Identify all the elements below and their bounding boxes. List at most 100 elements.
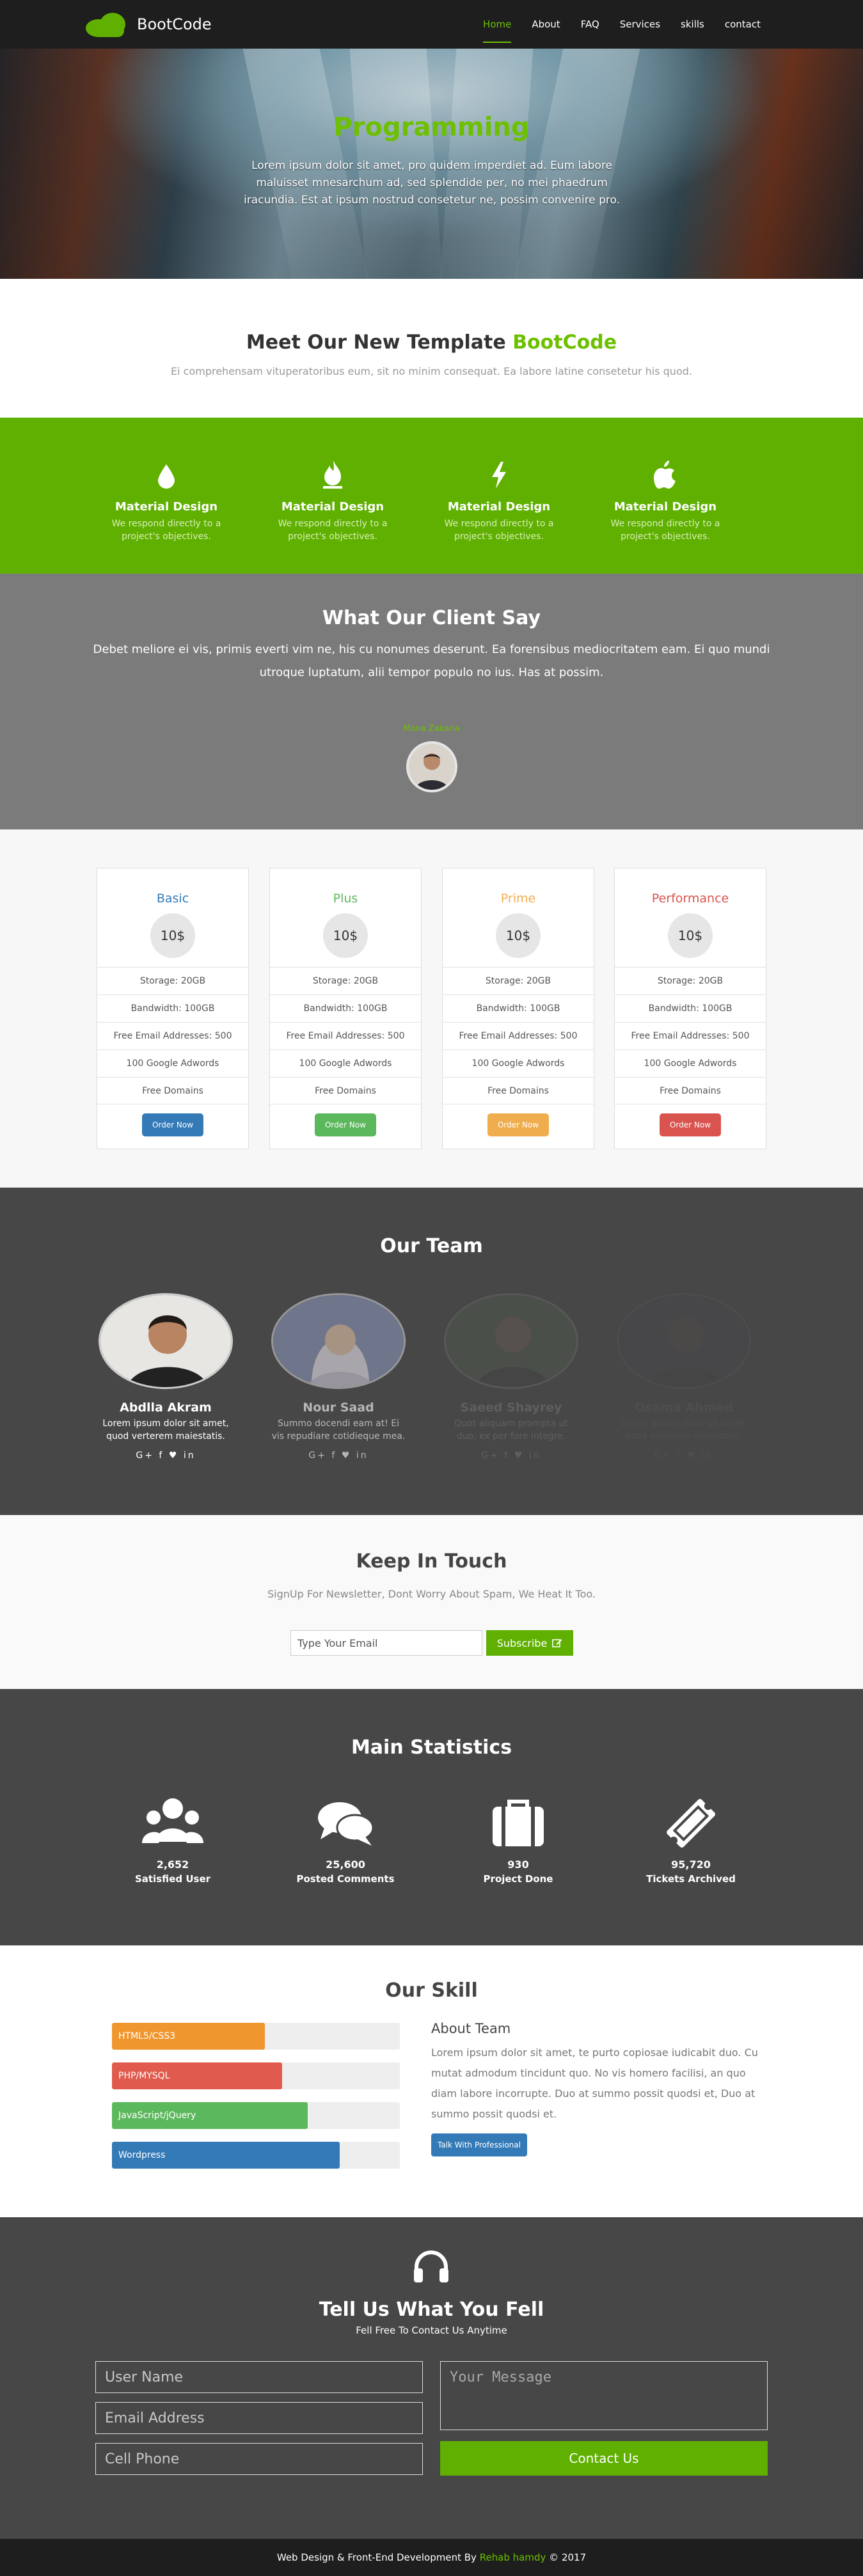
headphones-icon: [413, 2249, 450, 2285]
contact-section: Tell Us What You Fell Fell Free To Conta…: [0, 2217, 863, 2539]
stat-label: Posted Comments: [296, 1873, 395, 1885]
main-menu: Home About FAQ Services skills contact: [463, 0, 761, 49]
nav-item-faq[interactable]: FAQ: [581, 13, 599, 35]
about-team-title: About Team: [431, 2021, 511, 2036]
plan-feature: 100 Google Adwords: [270, 1049, 421, 1077]
member-social-links[interactable]: G+ f ♥ in: [438, 1450, 585, 1461]
phone-field[interactable]: [95, 2443, 423, 2475]
team-member: Nour Saad Summo docendi eam at! Ei vis r…: [265, 1293, 412, 1461]
plan-features: Storage: 20GB Bandwidth: 100GB Free Emai…: [270, 967, 421, 1104]
stat-value: 25,600: [326, 1858, 365, 1871]
plan-price: 10$: [150, 913, 195, 958]
team-member: Saeed Shayrey Quot aliquam prompta ut du…: [438, 1293, 585, 1461]
plan-features: Storage: 20GB Bandwidth: 100GB Free Emai…: [443, 967, 594, 1104]
member-photo: [444, 1293, 578, 1389]
plan-price: 10$: [496, 913, 541, 958]
feature-text: We respond directly to a project's objec…: [610, 519, 720, 542]
brand-name: BootCode: [137, 15, 212, 33]
member-name: Nour Saad: [303, 1401, 374, 1415]
username-field[interactable]: [95, 2361, 423, 2393]
skills-title: Our Skill: [385, 1979, 478, 2002]
brand-logo[interactable]: BootCode: [86, 12, 212, 37]
plan-name: Prime: [500, 891, 536, 906]
member-photo: [617, 1293, 751, 1389]
feature-card: Material Design We respond directly to a…: [256, 453, 409, 543]
stat-value: 2,652: [156, 1858, 189, 1871]
plan-name: Plus: [333, 891, 358, 906]
member-photo: [99, 1293, 233, 1389]
skills-section: Our Skill HTML5/CSS3 PHP/MYSQL JavaScrip…: [0, 1945, 863, 2217]
member-name: Saeed Shayrey: [460, 1401, 562, 1415]
nav-item-about[interactable]: About: [532, 13, 560, 35]
plan-feature: Storage: 20GB: [443, 967, 594, 994]
order-now-button[interactable]: Order Now: [141, 1113, 204, 1136]
feature-text: We respond directly to a project's objec…: [278, 519, 388, 542]
footer-copyright: © 2017: [549, 2552, 587, 2563]
footer: Web Design & Front-End Development By Re…: [0, 2539, 863, 2576]
contact-us-button[interactable]: Contact Us: [440, 2441, 768, 2476]
subscribe-button[interactable]: Subscribe: [486, 1630, 573, 1656]
order-now-button[interactable]: Order Now: [314, 1113, 377, 1136]
skill-bar: HTML5/CSS3: [112, 2023, 400, 2050]
apple-icon: [589, 453, 742, 489]
member-bio: Summo docendi eam at! Ei vis repudiare c…: [271, 1418, 406, 1441]
statistics-section: Main Statistics 2,652 Satisfied User 25,…: [0, 1689, 863, 1945]
testimonial-avatar: [406, 741, 457, 792]
intro-title-highlight: BootCode: [512, 331, 617, 354]
member-social-links[interactable]: G+ f ♥ in: [610, 1450, 757, 1461]
pricing-card-basic: Basic 10$ Storage: 20GB Bandwidth: 100GB…: [97, 868, 249, 1149]
order-now-button[interactable]: Order Now: [487, 1113, 550, 1136]
stat-label: Satisfied User: [134, 1873, 211, 1885]
nav-item-services[interactable]: Services: [620, 13, 660, 35]
testimonial-author: Mona Zakaria: [403, 724, 460, 734]
plan-feature: Bandwidth: 100GB: [97, 994, 248, 1022]
nav-item-skills[interactable]: skills: [681, 13, 704, 35]
pricing-card-prime: Prime 10$ Storage: 20GB Bandwidth: 100GB…: [442, 868, 594, 1149]
plan-feature: Storage: 20GB: [97, 967, 248, 994]
stat-value: 930: [507, 1858, 529, 1871]
tint-icon: [90, 453, 243, 489]
newsletter-email-input[interactable]: [290, 1630, 482, 1656]
plan-feature: Free Domains: [443, 1077, 594, 1104]
footer-author-link[interactable]: Rehab hamdy: [480, 2552, 546, 2563]
plan-price: 10$: [668, 913, 713, 958]
stat-item: 25,600 Posted Comments: [269, 1795, 422, 1885]
plan-features: Storage: 20GB Bandwidth: 100GB Free Emai…: [615, 967, 766, 1104]
stat-item: 930 Project Done: [441, 1795, 595, 1885]
skill-bar: PHP/MYSQL: [112, 2062, 400, 2089]
subscribe-label: Subscribe: [496, 1637, 548, 1649]
member-bio: Lorem ipsum dolor sit amet, quod vertere…: [102, 1418, 229, 1441]
cloud-logo-icon: [86, 12, 131, 37]
intro-title: Meet Our New Template BootCode: [0, 331, 863, 354]
pricing-card-plus: Plus 10$ Storage: 20GB Bandwidth: 100GB …: [269, 868, 422, 1149]
email-field[interactable]: [95, 2402, 423, 2434]
nav-item-contact[interactable]: contact: [725, 13, 761, 35]
feature-title: Material Design: [281, 500, 384, 514]
skill-bar-fill: JavaScript/jQuery: [112, 2102, 308, 2129]
message-field[interactable]: [440, 2361, 768, 2430]
skill-bar-fill: Wordpress: [112, 2142, 340, 2169]
hero-text: Lorem ipsum dolor sit amet, pro quidem i…: [243, 159, 621, 207]
footer-credit: Web Design & Front-End Development By: [276, 2552, 477, 2563]
newsletter-form: Subscribe: [290, 1630, 573, 1656]
ticket-icon: [614, 1795, 768, 1852]
plan-feature: 100 Google Adwords: [97, 1049, 248, 1077]
features-section: Material Design We respond directly to a…: [0, 418, 863, 574]
order-now-button[interactable]: Order Now: [659, 1113, 722, 1136]
plan-feature: Free Email Addresses: 500: [615, 1022, 766, 1049]
member-name: Abdlla Akram: [120, 1401, 212, 1415]
team-section: Our Team Abdlla Akram Lorem ipsum dolor …: [0, 1188, 863, 1515]
member-social-links[interactable]: G+ f ♥ in: [265, 1450, 412, 1461]
about-team: About Team Lorem ipsum dolor sit amet, t…: [431, 2021, 764, 2156]
skill-bar-fill: HTML5/CSS3: [112, 2023, 265, 2050]
team-title: Our Team: [380, 1235, 483, 1257]
stat-item: 95,720 Tickets Archived: [614, 1795, 768, 1885]
plan-feature: Free Domains: [97, 1077, 248, 1104]
nav-item-home[interactable]: Home: [483, 13, 512, 43]
feature-card: Material Design We respond directly to a…: [90, 453, 243, 543]
talk-with-professional-button[interactable]: Talk With Professional: [431, 2133, 527, 2156]
member-social-links[interactable]: G+ f ♥ in: [92, 1450, 239, 1461]
testimonial-text: Debet meliore ei vis, primis everti vim …: [93, 643, 770, 679]
contact-subtitle: Fell Free To Contact Us Anytime: [356, 2325, 507, 2336]
about-team-text: Lorem ipsum dolor sit amet, te purto cop…: [431, 2046, 758, 2120]
